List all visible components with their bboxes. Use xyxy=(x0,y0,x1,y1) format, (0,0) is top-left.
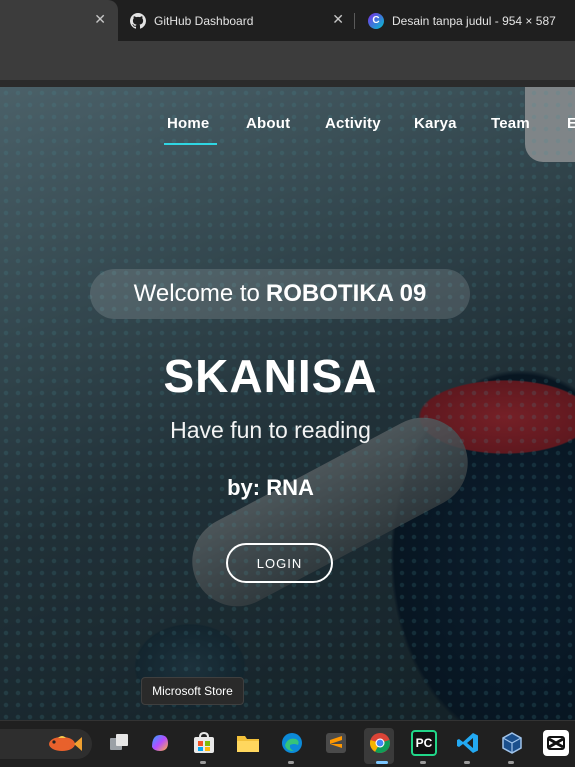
browser-tab-strip: ✕ GitHub Dashboard ✕ C Desain tanpa judu… xyxy=(0,0,575,41)
tab-previous[interactable]: ✕ xyxy=(0,0,118,41)
running-indicator xyxy=(420,761,426,764)
vscode-icon[interactable] xyxy=(455,730,481,756)
welcome-prefix: Welcome to xyxy=(133,280,260,307)
running-indicator-active xyxy=(376,761,388,764)
close-icon[interactable]: ✕ xyxy=(332,11,344,28)
web-page: Home About Activity Karya Team E Welcome… xyxy=(0,87,575,720)
task-view-icon[interactable] xyxy=(106,730,132,756)
virtualbox-icon[interactable] xyxy=(499,730,525,756)
nav-truncated[interactable]: E xyxy=(567,115,575,132)
hero-subtitle: Have fun to reading xyxy=(170,417,371,443)
pycharm-icon[interactable]: PC xyxy=(411,730,437,756)
site-nav: Home About Activity Karya Team E xyxy=(0,115,575,141)
toolbar-divider xyxy=(0,80,575,87)
copilot-icon[interactable] xyxy=(147,730,173,756)
canva-icon: C xyxy=(368,12,384,29)
edge-icon[interactable] xyxy=(279,730,305,756)
nav-team[interactable]: Team xyxy=(491,115,530,132)
tab-canva-design[interactable]: C Desain tanpa judul - 954 × 587 xyxy=(358,0,575,41)
sublime-text-icon[interactable] xyxy=(323,730,349,756)
tab-github-dashboard[interactable]: GitHub Dashboard ✕ xyxy=(118,0,358,41)
github-icon xyxy=(130,12,146,29)
login-button[interactable]: LOGIN xyxy=(226,543,333,583)
nav-activity[interactable]: Activity xyxy=(325,115,381,132)
browser-toolbar xyxy=(0,41,575,81)
running-indicator xyxy=(464,761,470,764)
capcut-icon[interactable] xyxy=(543,730,569,756)
hero-title: SKANISA xyxy=(163,350,378,402)
nav-about[interactable]: About xyxy=(246,115,290,132)
close-icon[interactable]: ✕ xyxy=(94,11,106,28)
tab-divider xyxy=(354,13,355,29)
tab-title: GitHub Dashboard xyxy=(154,13,254,28)
hero-byline: by: RNA xyxy=(227,475,314,500)
welcome-banner: Welcome to ROBOTIKA 09 xyxy=(90,269,470,319)
running-indicator xyxy=(508,761,514,764)
tab-title: Desain tanpa judul - 954 × 587 xyxy=(392,13,556,28)
microsoft-store-icon[interactable] xyxy=(191,730,217,756)
file-explorer-icon[interactable] xyxy=(235,730,261,756)
dot-pattern-overlay xyxy=(0,87,575,720)
running-indicator xyxy=(288,761,294,764)
nav-home[interactable]: Home xyxy=(167,115,209,132)
nav-active-indicator xyxy=(164,143,217,145)
taskbar-tooltip: Microsoft Store xyxy=(141,677,244,705)
search-highlight-fish-icon xyxy=(49,736,82,751)
welcome-brand: ROBOTIKA 09 xyxy=(265,280,427,307)
running-indicator xyxy=(200,761,206,764)
chrome-icon[interactable] xyxy=(367,730,393,756)
nav-karya[interactable]: Karya xyxy=(414,115,457,132)
